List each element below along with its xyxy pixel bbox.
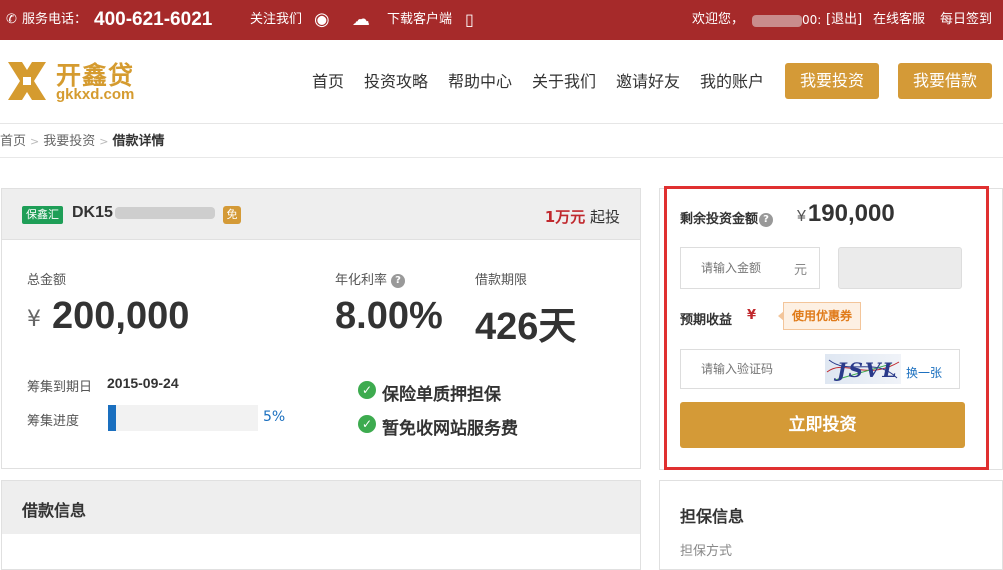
nav-invite-friends[interactable]: 邀请好友 <box>616 40 680 124</box>
nav-invest-guide[interactable]: 投资攻略 <box>364 40 428 124</box>
check-icon: ✓ <box>358 415 376 433</box>
breadcrumb-separator: > <box>30 135 40 148</box>
loan-header: 保鑫汇 DK15 免 1万元 起投 <box>2 189 640 240</box>
breadcrumb-separator: > <box>99 135 109 148</box>
amount-input-box: 元 <box>680 247 820 289</box>
breadcrumb-home[interactable]: 首页 <box>0 134 26 149</box>
captcha-image[interactable]: JSVL <box>825 354 901 384</box>
logout-link[interactable]: [退出] <box>826 0 862 40</box>
captcha-input-box: JSVL 换一张 <box>680 349 960 389</box>
phone-label: 服务电话： <box>22 12 88 27</box>
rate-help-icon[interactable]: ? <box>391 273 406 288</box>
captcha-input[interactable] <box>681 350 821 388</box>
loan-type-badge: 保鑫汇 <box>22 206 63 224</box>
min-invest-amount: 1万元 <box>544 208 586 226</box>
expected-income-label: 预期收益 <box>680 313 733 328</box>
nav-my-account[interactable]: 我的账户 <box>700 40 764 124</box>
min-invest: 1万元 起投 <box>545 206 620 227</box>
breadcrumb-current: 借款详情 <box>112 134 165 149</box>
remaining-help-icon[interactable]: ? <box>759 212 774 227</box>
total-currency: ¥ <box>27 307 41 332</box>
username-redacted: 00: <box>752 0 821 40</box>
nav-home[interactable]: 首页 <box>312 40 344 124</box>
invest-nav-button[interactable]: 我要投资 <box>785 63 879 99</box>
loan-info-section: 借款信息 <box>1 480 641 570</box>
loan-id-redacted <box>114 206 215 219</box>
fee-free-badge: 免 <box>223 206 241 224</box>
breadcrumb-invest[interactable]: 我要投资 <box>43 134 95 149</box>
deadline-label: 筹集到期日 <box>27 380 93 395</box>
min-invest-label: 起投 <box>589 208 620 226</box>
logo-text-en[interactable]: gkkxd.com <box>56 86 134 103</box>
invest-now-button[interactable]: 立即投资 <box>680 402 965 448</box>
term-label: 借款期限 <box>475 273 528 288</box>
wechat-icon[interactable]: ☁ <box>352 0 370 40</box>
remaining-label: 剩余投资金额? <box>680 208 774 227</box>
expected-income-currency: ¥ <box>747 308 757 323</box>
guarantee-method-label: 担保方式 <box>680 544 733 559</box>
download-app-link[interactable]: 下载客户端 <box>387 0 452 40</box>
progress-bar <box>108 405 258 431</box>
weibo-icon[interactable]: ◉ <box>314 0 330 40</box>
refresh-captcha-link[interactable]: 换一张 <box>906 364 942 381</box>
remaining-amount: ¥190,000 <box>797 200 895 227</box>
total-amount-label: 总金额 <box>27 273 67 288</box>
captcha-text: JSVL <box>837 358 899 382</box>
check-icon: ✓ <box>358 381 376 399</box>
nav-about-us[interactable]: 关于我们 <box>532 40 596 124</box>
loan-detail-panel: 保鑫汇 DK15 免 1万元 起投 总金额 ¥ 200,000 年化利率? 8.… <box>1 188 641 469</box>
daily-checkin-link[interactable]: 每日签到 <box>940 0 992 40</box>
rate-value: 8.00% <box>335 295 443 337</box>
mobile-icon[interactable]: ▯ <box>465 0 474 40</box>
progress-label: 筹集进度 <box>27 414 80 429</box>
loan-info-header: 借款信息 <box>2 481 640 534</box>
borrow-nav-button[interactable]: 我要借款 <box>898 63 992 99</box>
progress-percent: 5% <box>263 409 286 425</box>
term-value: 426天 <box>475 306 577 348</box>
follow-us-link[interactable]: 关注我们 <box>250 0 302 40</box>
divider <box>0 157 1003 158</box>
online-service-link[interactable]: 在线客服 <box>873 0 925 40</box>
invest-panel: 剩余投资金额? ¥190,000 元 预期收益 ¥ 使用优惠券 JSVL 换一张… <box>664 186 989 470</box>
logo-icon[interactable] <box>6 60 48 102</box>
feature-insurance: 保险单质押担保 <box>382 385 501 405</box>
amount-action-button[interactable] <box>838 247 962 289</box>
top-bar: ✆ 服务电话： 400-621-6021 关注我们 ◉ ☁ 下载客户端 ▯ 欢迎… <box>0 0 1003 40</box>
nav-help-center[interactable]: 帮助中心 <box>448 40 512 124</box>
loan-info-title: 借款信息 <box>22 501 87 520</box>
phone-number: 400-621-6021 <box>94 9 213 30</box>
use-coupon-button[interactable]: 使用优惠券 <box>777 302 862 330</box>
breadcrumb: 首页 > 我要投资 > 借款详情 <box>0 130 164 149</box>
feature-fee-free: 暂免收网站服务费 <box>382 419 518 439</box>
rate-label: 年化利率? <box>335 269 406 288</box>
guarantee-info-section: 担保信息 担保方式 <box>659 480 1003 570</box>
amount-unit: 元 <box>793 263 807 278</box>
welcome-text: 欢迎您， <box>692 12 745 27</box>
total-amount-value: 200,000 <box>52 295 190 337</box>
progress-fill <box>108 405 116 431</box>
phone-icon: ✆ <box>6 12 17 27</box>
loan-id: DK15 <box>72 204 215 222</box>
guarantee-info-title: 担保信息 <box>680 507 745 526</box>
deadline-value: 2015-09-24 <box>107 375 179 391</box>
